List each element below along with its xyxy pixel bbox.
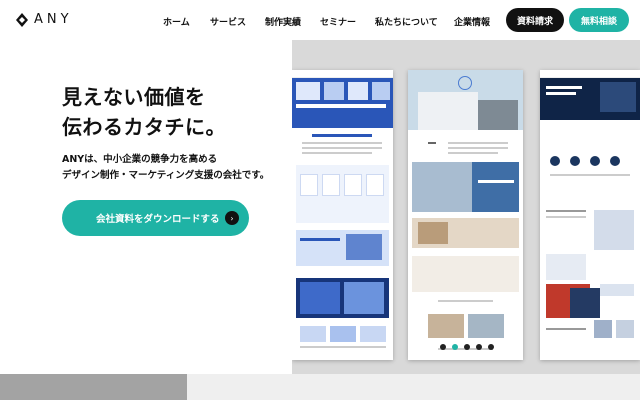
hero-subtext-line-1: ANYは、中小企業の競争力を高める <box>62 154 218 165</box>
carousel-dot-active[interactable] <box>452 344 458 350</box>
download-docs-button[interactable]: 会社資料をダウンロードする › <box>62 200 249 236</box>
nav-item-services[interactable]: サービス <box>210 15 246 28</box>
download-docs-label: 会社資料をダウンロードする <box>96 214 220 225</box>
showcase-site-screenshot[interactable] <box>540 70 640 360</box>
free-consult-button[interactable]: 無料相談 <box>569 8 629 32</box>
hero-subtext-line-2: デザイン制作・マーケティング支援の会社です。 <box>62 170 270 181</box>
site-header: ANY ホーム サービス 制作実績 セミナー 私たちについて 企業情報 資料請求… <box>0 0 640 40</box>
hero-subtext: ANYは、中小企業の競争力を高める デザイン制作・マーケティング支援の会社です。 <box>62 152 269 184</box>
showcase-site-screenshot[interactable] <box>292 70 393 360</box>
nav-item-company[interactable]: 企業情報 <box>454 15 490 28</box>
logo-text: ANY <box>34 12 73 27</box>
hero-headline-line-2: 伝わるカタチに。 <box>62 115 226 139</box>
hero-headline: 見えない価値を 伝わるカタチに。 <box>62 82 226 142</box>
arrow-right-icon: › <box>225 211 239 225</box>
nav-item-seminar[interactable]: セミナー <box>320 15 356 28</box>
showcase-site-screenshot[interactable] <box>408 70 523 360</box>
nav-item-about[interactable]: 私たちについて <box>375 15 438 28</box>
works-showcase[interactable] <box>292 40 640 374</box>
nav-item-works[interactable]: 制作実績 <box>265 15 301 28</box>
hero-headline-line-1: 見えない価値を <box>62 85 206 109</box>
carousel-dot[interactable] <box>476 344 482 350</box>
carousel-dot[interactable] <box>488 344 494 350</box>
section-divider-light <box>187 374 640 400</box>
site-logo[interactable]: ANY <box>16 12 73 27</box>
carousel-pagination <box>440 344 494 350</box>
section-divider-dark <box>0 374 187 400</box>
logo-mark-icon <box>16 12 28 27</box>
page: ANY ホーム サービス 制作実績 セミナー 私たちについて 企業情報 資料請求… <box>0 0 640 400</box>
request-docs-button[interactable]: 資料請求 <box>506 8 564 32</box>
nav-item-home[interactable]: ホーム <box>163 15 190 28</box>
carousel-dot[interactable] <box>440 344 446 350</box>
carousel-dot[interactable] <box>464 344 470 350</box>
